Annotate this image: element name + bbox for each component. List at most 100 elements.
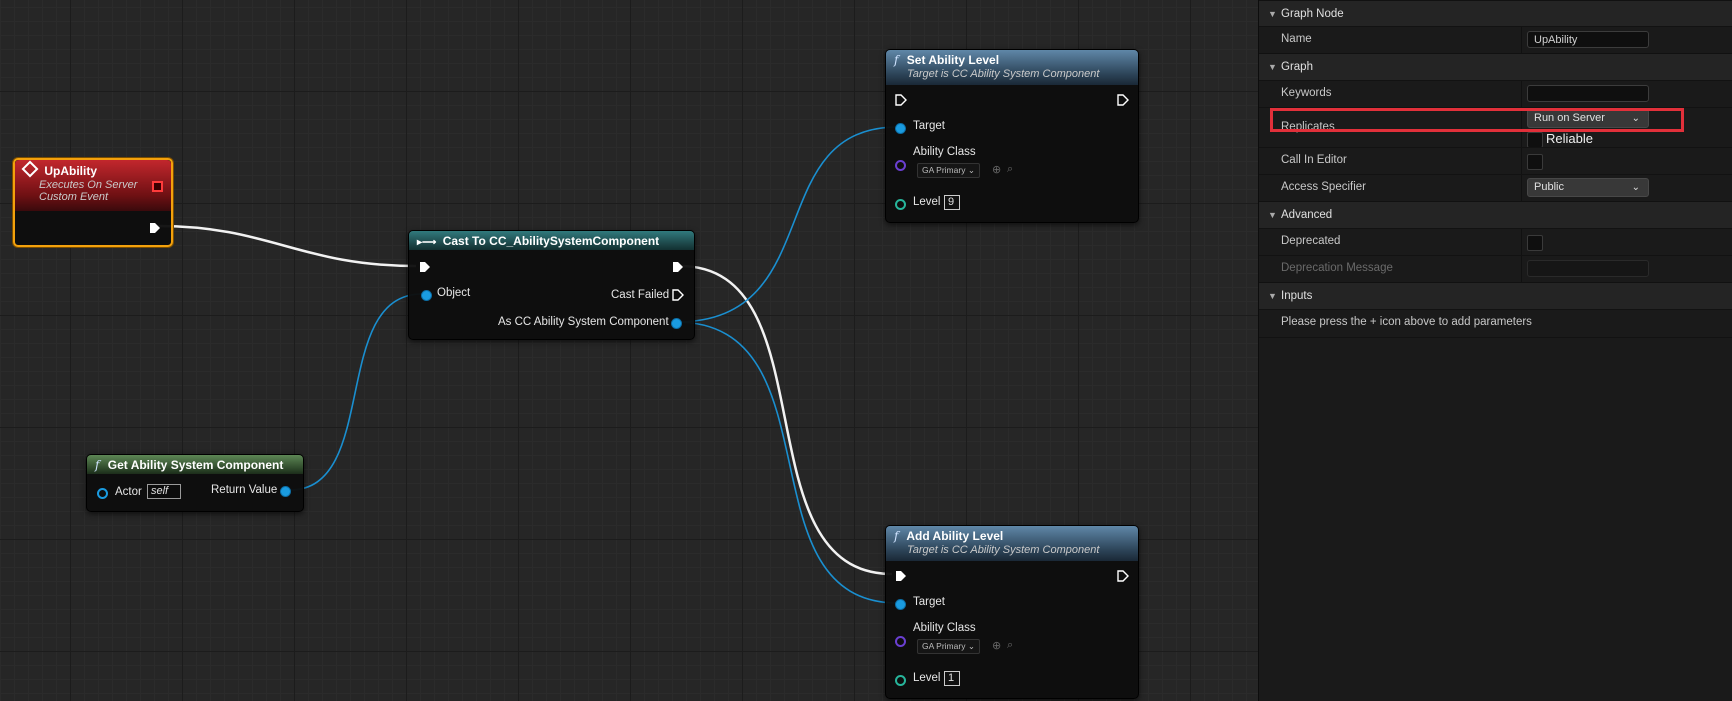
cast-failed-label: Cast Failed [611, 289, 670, 301]
delegate-pin[interactable] [152, 181, 163, 192]
row-divider [1521, 256, 1522, 283]
set-level-level-input[interactable]: 9 [944, 195, 960, 210]
set-level-ability-class-label: Ability Class [913, 146, 976, 158]
section-graph-node[interactable]: ▼ Graph Node [1259, 0, 1732, 27]
call-in-editor-checkbox[interactable] [1527, 154, 1543, 170]
row-divider [1521, 81, 1522, 108]
cast-object-pin[interactable] [421, 290, 432, 301]
blueprint-graph[interactable]: UpAbility Executes On Server Custom Even… [0, 0, 1258, 701]
function-icon: f [95, 458, 100, 472]
cast-node-header: ▸⟶ Cast To CC_AbilitySystemComponent [409, 231, 694, 250]
replicates-highlight [1270, 108, 1684, 132]
get-asc-node[interactable]: f Get Ability System Component Actor sel… [86, 454, 304, 512]
set-level-level-label: Level [913, 196, 941, 208]
cast-as-pin[interactable] [671, 318, 682, 329]
section-graph[interactable]: ▼ Graph [1259, 53, 1732, 80]
cast-node-title: Cast To CC_AbilitySystemComponent [442, 234, 660, 248]
use-selected-icon[interactable]: ⊕ [992, 163, 1001, 176]
deprecated-checkbox[interactable] [1527, 235, 1543, 251]
set-level-ability-class-pin[interactable] [895, 160, 906, 171]
add-level-header: f Add Ability Level Target is CC Ability… [886, 526, 1138, 561]
set-level-exec-out-pin[interactable] [1117, 94, 1129, 106]
section-graph-title: Graph [1281, 61, 1313, 73]
row-call-in-editor: Call In Editor [1259, 147, 1732, 175]
cast-failed-pin[interactable] [672, 289, 684, 301]
function-icon: f [894, 529, 899, 543]
get-asc-node-title: Get Ability System Component [107, 458, 284, 472]
add-level-level-pin[interactable] [895, 675, 906, 686]
set-level-exec-in-pin[interactable] [895, 94, 907, 106]
name-field[interactable]: UpAbility [1527, 31, 1649, 48]
add-level-exec-in-pin[interactable] [895, 570, 907, 582]
get-asc-node-header: f Get Ability System Component [87, 455, 303, 474]
details-panel: ▼ Graph Node Name UpAbility ▼ Graph Keyw… [1258, 0, 1732, 701]
chevron-down-icon: ⌄ [967, 165, 975, 175]
row-name: Name UpAbility [1259, 26, 1732, 54]
set-level-target-label: Target [913, 120, 945, 132]
add-level-target-pin[interactable] [895, 599, 906, 610]
exec-wire-cast-add [679, 264, 893, 576]
set-ability-level-node[interactable]: f Set Ability Level Target is CC Ability… [885, 49, 1139, 223]
add-level-exec-out-pin[interactable] [1117, 570, 1129, 582]
row-divider [1521, 27, 1522, 54]
row-divider [1521, 175, 1522, 202]
data-wire-asc-object [289, 293, 423, 491]
access-specifier-label: Access Specifier [1281, 181, 1367, 193]
row-deprecated: Deprecated [1259, 228, 1732, 256]
deprecation-message-field [1527, 260, 1649, 277]
row-inputs-hint: Please press the + icon above to add par… [1259, 309, 1732, 338]
keywords-field[interactable] [1527, 85, 1649, 102]
add-level-ability-class-combo[interactable]: GA Primary ⌄ [917, 639, 980, 654]
chevron-down-icon: ⌄ [967, 641, 975, 651]
set-level-ability-class-combo[interactable]: GA Primary ⌄ [917, 163, 980, 178]
event-node-title: UpAbility [44, 164, 98, 178]
exec-wire-event-cast [157, 224, 417, 268]
set-level-target-pin[interactable] [895, 123, 906, 134]
row-divider [1521, 148, 1522, 175]
cast-as-label: As CC Ability System Component [498, 316, 669, 328]
access-specifier-dropdown[interactable]: Public ⌄ [1527, 178, 1649, 197]
collapse-arrow-icon[interactable]: ▼ [1268, 283, 1277, 309]
collapse-arrow-icon[interactable]: ▼ [1268, 202, 1277, 228]
function-icon: f [894, 53, 899, 67]
event-icon [21, 160, 39, 178]
browse-icon[interactable]: ⌕ [1007, 638, 1013, 652]
get-asc-return-pin[interactable] [280, 486, 291, 497]
cast-exec-out-pin[interactable] [672, 261, 684, 273]
cast-exec-in-pin[interactable] [419, 261, 431, 273]
event-exec-out-pin[interactable] [149, 222, 161, 234]
get-asc-actor-input[interactable]: self [147, 484, 181, 499]
section-inputs[interactable]: ▼ Inputs [1259, 282, 1732, 309]
set-level-level-pin[interactable] [895, 199, 906, 210]
collapse-arrow-icon[interactable]: ▼ [1268, 54, 1277, 80]
get-asc-actor-pin[interactable] [97, 488, 108, 499]
name-label: Name [1281, 33, 1312, 45]
get-asc-actor-label: Actor [115, 486, 142, 498]
add-level-subtitle: Target is CC Ability System Component [907, 544, 1100, 556]
reliable-checkbox[interactable] [1527, 132, 1543, 148]
event-node-subtitle-1: Executes On Server [39, 179, 138, 191]
section-advanced[interactable]: ▼ Advanced [1259, 201, 1732, 228]
cast-node[interactable]: ▸⟶ Cast To CC_AbilitySystemComponent Obj… [408, 230, 695, 340]
set-level-ability-class-value: GA Primary [922, 165, 966, 175]
section-inputs-title: Inputs [1281, 290, 1313, 302]
collapse-arrow-icon[interactable]: ▼ [1268, 1, 1277, 27]
section-advanced-title: Advanced [1281, 209, 1333, 221]
event-node-upability[interactable]: UpAbility Executes On Server Custom Even… [13, 158, 173, 247]
event-node-header: UpAbility Executes On Server Custom Even… [15, 160, 171, 211]
browse-icon[interactable]: ⌕ [1007, 162, 1013, 176]
inputs-hint-text: Please press the + icon above to add par… [1281, 316, 1532, 328]
event-node-subtitle-2: Custom Event [39, 191, 109, 203]
add-level-title: Add Ability Level [906, 529, 1004, 543]
row-divider [1521, 229, 1522, 256]
row-deprecation-message: Deprecation Message [1259, 255, 1732, 283]
deprecated-label: Deprecated [1281, 235, 1341, 247]
add-level-ability-class-pin[interactable] [895, 636, 906, 647]
keywords-label: Keywords [1281, 87, 1332, 99]
use-selected-icon[interactable]: ⊕ [992, 639, 1001, 652]
add-ability-level-node[interactable]: f Add Ability Level Target is CC Ability… [885, 525, 1139, 699]
chevron-down-icon: ⌄ [1631, 182, 1640, 193]
add-level-level-input[interactable]: 1 [944, 671, 960, 686]
cast-icon: ▸⟶ [417, 237, 437, 248]
set-level-header: f Set Ability Level Target is CC Ability… [886, 50, 1138, 85]
